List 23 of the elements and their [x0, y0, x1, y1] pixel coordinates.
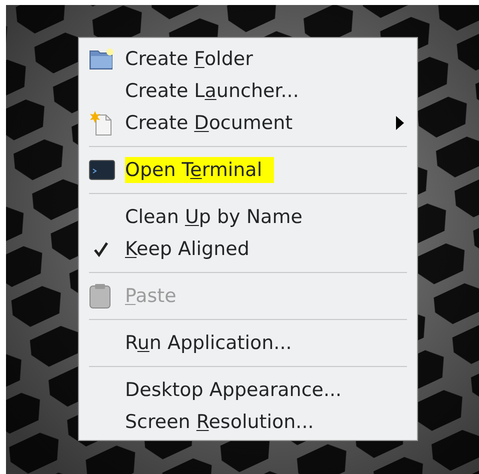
menu-item-label: Desktop Appearance... [125, 378, 342, 403]
menu-item[interactable]: Create Folder [89, 43, 407, 75]
submenu-arrow-icon [395, 115, 405, 131]
menu-item-label: Create Folder [125, 47, 253, 72]
menu-item-label: Create Document [125, 111, 293, 136]
menu-item-label: Clean Up by Name [125, 205, 302, 230]
menu-item[interactable]: Keep Aligned [89, 233, 407, 265]
menu-item[interactable]: Run Application... [89, 327, 407, 359]
menu-item[interactable]: Screen Resolution... [89, 406, 407, 438]
menu-item-label: Paste [125, 284, 176, 309]
menu-item[interactable]: Clean Up by Name [89, 201, 407, 233]
menu-item[interactable]: Desktop Appearance... [89, 374, 407, 406]
menu-item-label: Keep Aligned [125, 237, 250, 262]
menu-item[interactable]: Create Document [89, 107, 407, 139]
folder-icon [89, 47, 115, 71]
menu-item[interactable]: Open Terminal [89, 154, 407, 186]
menu-item-label: Create Launcher... [125, 79, 299, 104]
terminal-icon [89, 160, 115, 180]
clipboard-icon [89, 283, 111, 309]
menu-item-label: Run Application... [125, 331, 292, 356]
menu-item-label: Open Terminal [125, 157, 274, 183]
menu-item[interactable]: Create Launcher... [89, 75, 407, 107]
menu-item-label: Screen Resolution... [125, 410, 314, 435]
